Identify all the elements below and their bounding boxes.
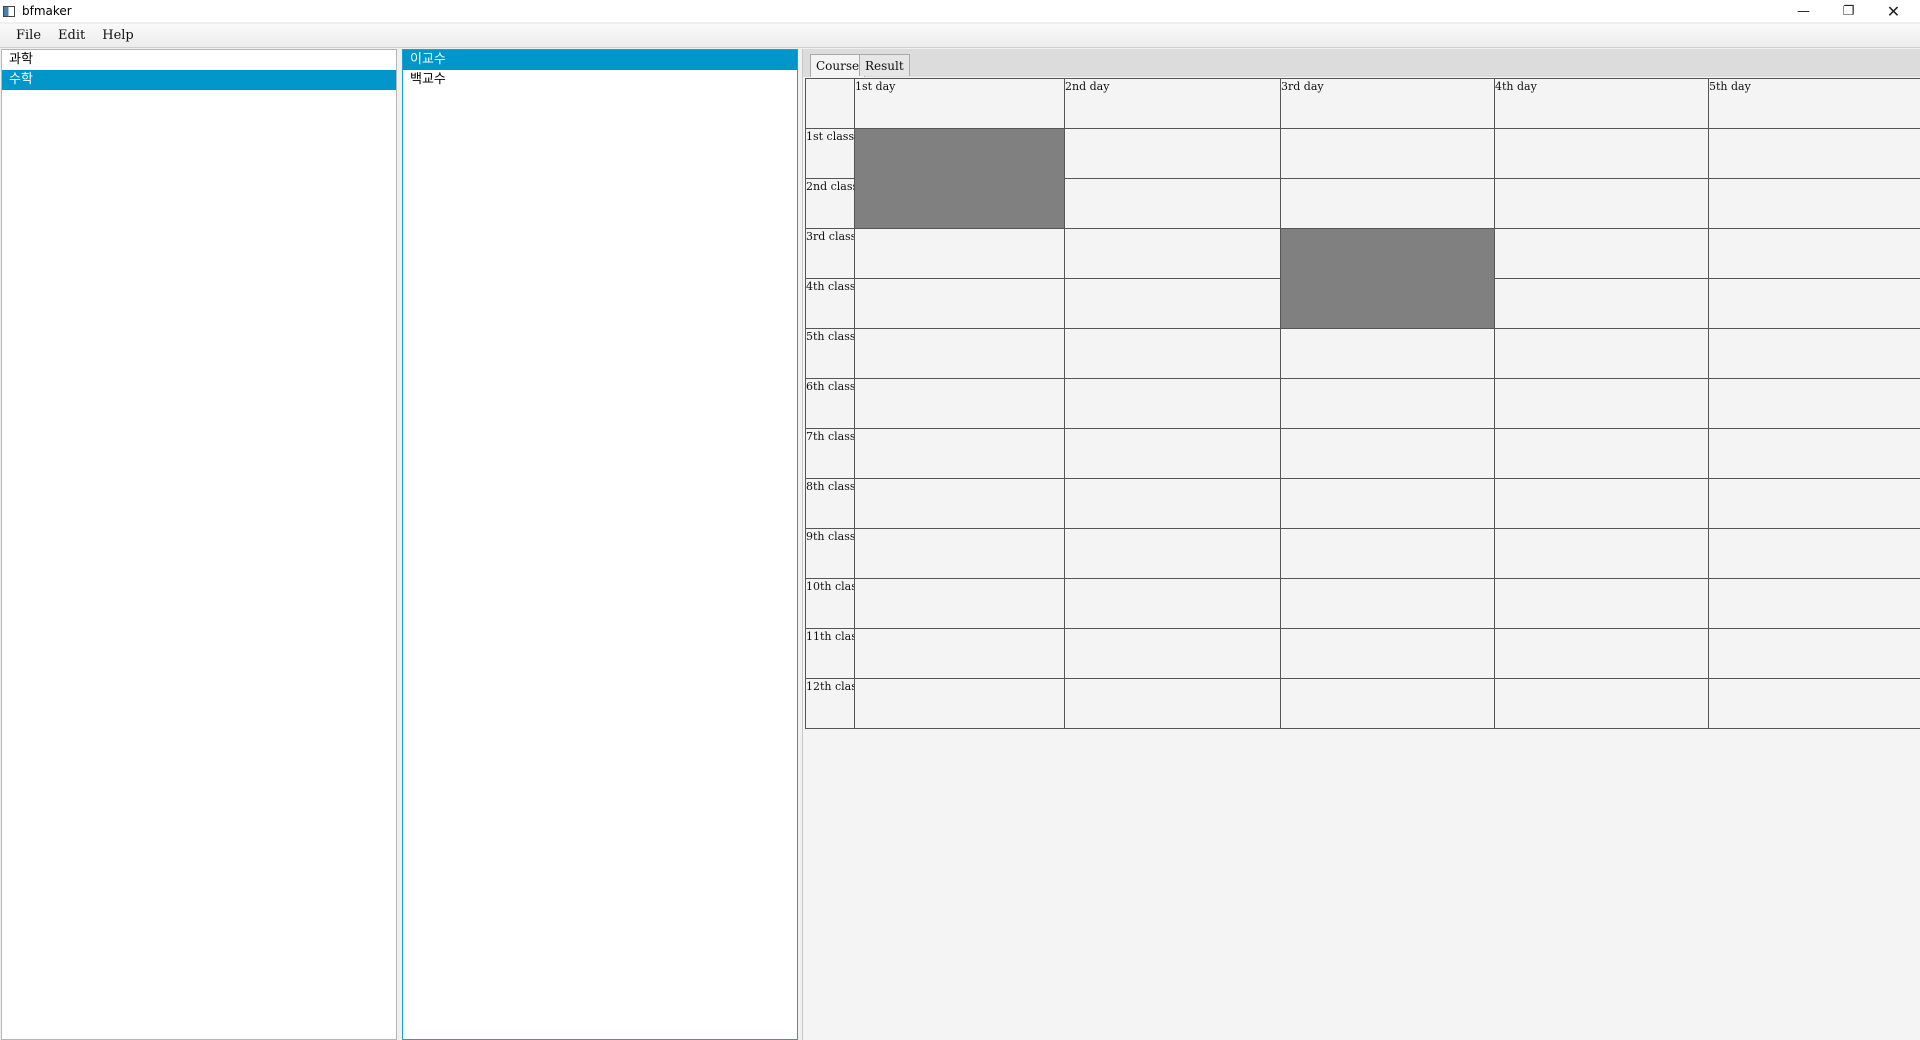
timetable-slot[interactable]	[1708, 528, 1920, 579]
timetable-slot[interactable]	[1494, 378, 1709, 429]
timetable-slot[interactable]	[1708, 128, 1920, 179]
timetable-slot[interactable]	[1708, 628, 1920, 679]
timetable-slot[interactable]	[1494, 478, 1709, 529]
timetable-slot[interactable]	[1494, 178, 1709, 229]
class-header: 10th class	[805, 578, 855, 629]
timetable-slot[interactable]	[854, 578, 1065, 629]
timetable-slot[interactable]	[1708, 578, 1920, 629]
timetable-slot[interactable]	[1064, 628, 1281, 679]
timetable-slot[interactable]	[1064, 428, 1281, 479]
restore-icon[interactable]: ❐	[1826, 0, 1871, 22]
class-header: 12th class	[805, 678, 855, 729]
timetable-slot[interactable]	[1708, 278, 1920, 329]
window-title: bfmaker	[22, 4, 72, 18]
class-header: 9th class	[805, 528, 855, 579]
menu-help[interactable]: Help	[94, 28, 142, 43]
timetable-slot[interactable]	[1494, 678, 1709, 729]
timetable-slot[interactable]	[1708, 378, 1920, 429]
timetable-slot[interactable]	[1064, 478, 1281, 529]
timetable-slot[interactable]	[854, 228, 1065, 279]
day-header: 4th day	[1494, 78, 1709, 129]
timetable-slot[interactable]	[1708, 228, 1920, 279]
app-icon	[3, 5, 15, 17]
timetable-slot[interactable]	[1494, 128, 1709, 179]
tab-header: Course Result	[803, 49, 1920, 77]
timetable-slot[interactable]	[1064, 278, 1281, 329]
timetable-slot[interactable]	[1280, 328, 1495, 379]
professor-item-baek[interactable]: 백교수	[403, 70, 797, 90]
timetable-slot[interactable]	[1064, 578, 1281, 629]
menu-bar: File Edit Help	[0, 24, 1920, 48]
timetable-filled-slot[interactable]	[854, 128, 1065, 229]
professor-list[interactable]: 이교수 백교수	[402, 49, 798, 1040]
timetable-slot[interactable]	[1280, 628, 1495, 679]
timetable-slot[interactable]	[1280, 678, 1495, 729]
timetable-slot[interactable]	[1064, 528, 1281, 579]
close-icon[interactable]: ✕	[1871, 0, 1916, 22]
subject-item-math[interactable]: 수학	[2, 70, 396, 90]
day-header: 3rd day	[1280, 78, 1495, 129]
menu-edit[interactable]: Edit	[50, 28, 93, 43]
timetable-slot[interactable]	[854, 278, 1065, 329]
timetable-slot[interactable]	[1494, 228, 1709, 279]
timetable-slot[interactable]	[854, 628, 1065, 679]
timetable-slot[interactable]	[1280, 578, 1495, 629]
day-header: 2nd day	[1064, 78, 1281, 129]
timetable-slot[interactable]	[1708, 178, 1920, 229]
class-header: 4th class	[805, 278, 855, 329]
class-header: 7th class	[805, 428, 855, 479]
timetable-slot[interactable]	[1064, 128, 1281, 179]
subject-list[interactable]: 과학 수학	[1, 49, 397, 1040]
day-header: 5th day	[1708, 78, 1920, 129]
timetable-slot[interactable]	[854, 528, 1065, 579]
timetable-slot[interactable]	[1708, 328, 1920, 379]
timetable-slot[interactable]	[1280, 378, 1495, 429]
timetable-slot[interactable]	[1064, 178, 1281, 229]
timetable-slot[interactable]	[1064, 378, 1281, 429]
timetable-slot[interactable]	[1494, 278, 1709, 329]
class-header: 11th class	[805, 628, 855, 679]
timetable-grid: 1st day 2nd day 3rd day 4th day 5th day 1st c…	[805, 78, 1920, 729]
tab-result[interactable]: Result	[859, 54, 910, 76]
timetable-slot[interactable]	[1494, 428, 1709, 479]
class-header: 8th class	[805, 478, 855, 529]
subject-item-science[interactable]: 과학	[2, 50, 396, 70]
timetable-slot[interactable]	[854, 328, 1065, 379]
class-header: 6th class	[805, 378, 855, 429]
class-header: 3rd class	[805, 228, 855, 279]
timetable-slot[interactable]	[854, 378, 1065, 429]
menu-file[interactable]: File	[8, 28, 49, 43]
tab-pane: Course Result 1st day 2nd day 3rd day 4th d…	[802, 49, 1920, 1040]
timetable-slot[interactable]	[1494, 328, 1709, 379]
timetable-slot[interactable]	[1064, 328, 1281, 379]
timetable-slot[interactable]	[1708, 478, 1920, 529]
class-header: 5th class	[805, 328, 855, 379]
timetable-slot[interactable]	[854, 478, 1065, 529]
timetable-slot[interactable]	[1280, 428, 1495, 479]
timetable-slot[interactable]	[1494, 628, 1709, 679]
class-header: 1st class	[805, 128, 855, 179]
timetable-slot[interactable]	[1064, 228, 1281, 279]
timetable-slot[interactable]	[1280, 128, 1495, 179]
class-header: 2nd class	[805, 178, 855, 229]
timetable-slot[interactable]	[1064, 678, 1281, 729]
timetable-slot[interactable]	[854, 678, 1065, 729]
timetable-slot[interactable]	[854, 428, 1065, 479]
timetable-filled-slot[interactable]	[1280, 228, 1495, 329]
timetable-slot[interactable]	[1708, 678, 1920, 729]
day-header: 1st day	[854, 78, 1065, 129]
professor-item-lee[interactable]: 이교수	[403, 50, 797, 70]
tab-course[interactable]: Course	[810, 54, 866, 77]
timetable-slot[interactable]	[1280, 478, 1495, 529]
title-bar: bfmaker — ❐ ✕	[0, 0, 1920, 22]
minimize-icon[interactable]: —	[1781, 0, 1826, 22]
timetable-slot[interactable]	[1280, 178, 1495, 229]
timetable-slot[interactable]	[1494, 528, 1709, 579]
timetable-slot[interactable]	[1280, 528, 1495, 579]
timetable-slot[interactable]	[1708, 428, 1920, 479]
timetable-slot[interactable]	[1494, 578, 1709, 629]
timetable-corner	[805, 78, 855, 129]
